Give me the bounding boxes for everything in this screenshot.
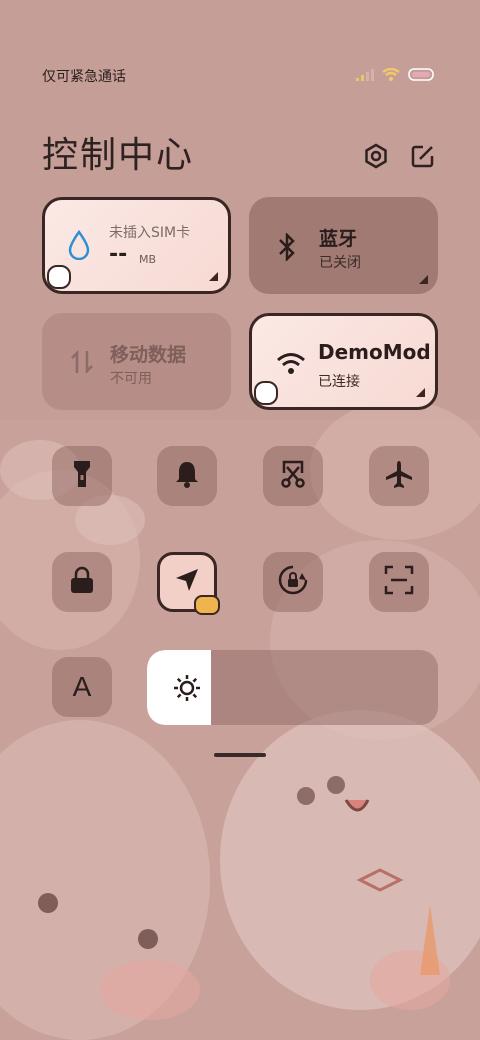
sticker-icon: [254, 381, 278, 405]
page-title: 控制中心: [42, 135, 195, 176]
carrier-text: 仅可紧急通话: [42, 69, 126, 85]
auto-rotate-toggle[interactable]: [263, 552, 323, 612]
flashlight-icon: [72, 459, 92, 493]
expand-corner-icon: [209, 272, 218, 281]
edit-button[interactable]: [409, 144, 437, 172]
data-arrows-icon: [70, 349, 94, 379]
expand-corner-icon: [416, 388, 425, 397]
data-usage-unit: MB: [139, 253, 157, 266]
airplane-mode-toggle[interactable]: [369, 446, 429, 506]
wifi-tile[interactable]: DemoMod 已连接: [249, 313, 438, 410]
scan-icon: [384, 565, 414, 599]
settings-button[interactable]: [362, 143, 390, 173]
status-icons: [356, 66, 436, 85]
lock-icon: [69, 566, 95, 598]
mobile-data-status: 不可用: [110, 371, 152, 387]
bluetooth-status: 已关闭: [319, 255, 361, 271]
edit-icon: [411, 144, 435, 172]
wifi-icon: [276, 352, 306, 380]
font-size-button[interactable]: A: [52, 657, 112, 717]
wifi-ssid: DemoMod: [318, 340, 431, 364]
bluetooth-tile[interactable]: 蓝牙 已关闭: [249, 197, 438, 294]
data-usage-value: --: [109, 242, 128, 267]
flashlight-toggle[interactable]: [52, 446, 112, 506]
wifi-status-icon: [382, 66, 400, 85]
screenshot-icon: [278, 459, 308, 493]
mute-toggle[interactable]: [157, 446, 217, 506]
water-drop-icon: [67, 229, 91, 264]
location-icon: [174, 567, 200, 597]
brightness-slider[interactable]: [147, 650, 438, 725]
lock-screen-toggle[interactable]: [52, 552, 112, 612]
expand-corner-icon: [419, 275, 428, 284]
sim-status: 未插入SIM卡: [109, 225, 191, 241]
mobile-data-tile[interactable]: 移动数据 不可用: [42, 313, 231, 410]
wifi-status: 已连接: [318, 374, 360, 390]
bluetooth-title: 蓝牙: [319, 228, 358, 250]
gear-icon: [363, 143, 389, 173]
signal-icon: [356, 66, 374, 85]
sticker-icon: [47, 265, 71, 289]
airplane-icon: [384, 459, 414, 493]
font-size-label: A: [72, 671, 92, 702]
bell-icon: [174, 460, 200, 492]
rotate-lock-icon: [277, 564, 309, 600]
battery-icon: [408, 66, 436, 85]
screenshot-toggle[interactable]: [263, 446, 323, 506]
data-usage-tile[interactable]: 未插入SIM卡 -- MB: [42, 197, 231, 294]
home-indicator[interactable]: [214, 753, 266, 757]
scanner-toggle[interactable]: [369, 552, 429, 612]
location-toggle[interactable]: [157, 552, 220, 615]
sticker-icon: [194, 595, 220, 615]
bluetooth-icon: [277, 231, 297, 265]
mobile-data-title: 移动数据: [110, 344, 187, 366]
sun-icon: [173, 674, 201, 706]
